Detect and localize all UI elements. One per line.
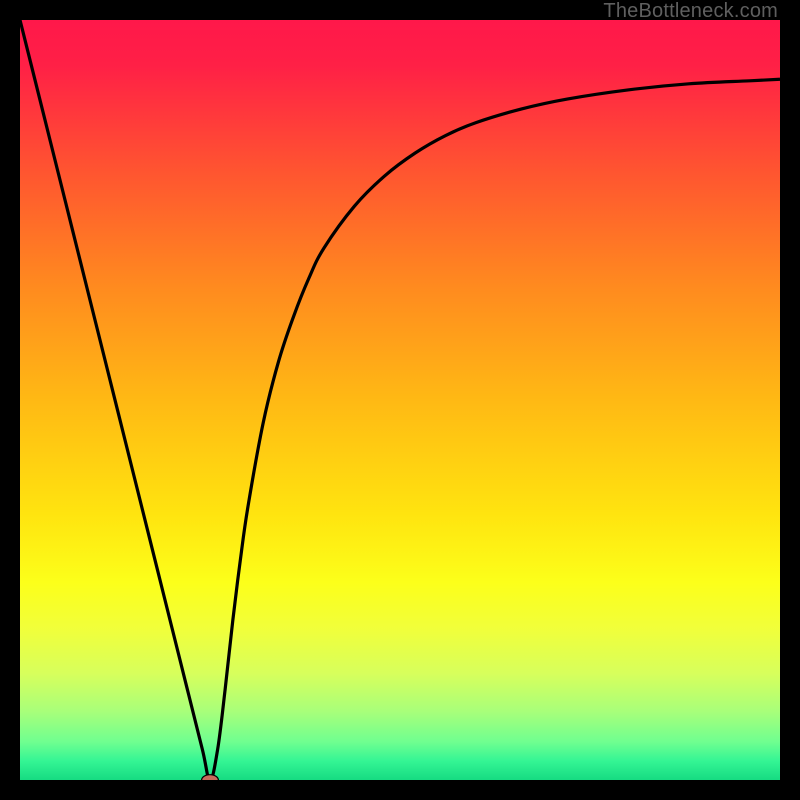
watermark-label: TheBottleneck.com xyxy=(603,0,778,23)
bottleneck-chart xyxy=(20,20,780,780)
gradient-background xyxy=(20,20,780,780)
chart-frame xyxy=(20,20,780,780)
